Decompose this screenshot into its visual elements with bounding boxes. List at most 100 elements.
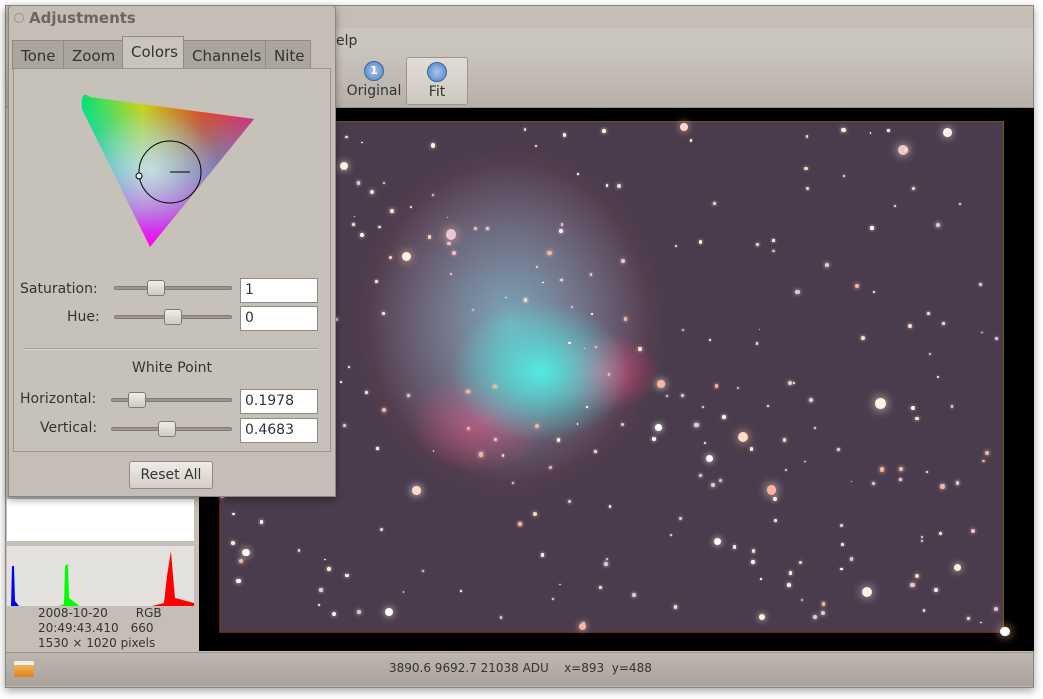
star (929, 352, 932, 355)
star (759, 613, 766, 620)
star (899, 478, 902, 481)
star (402, 591, 405, 594)
star (751, 560, 755, 565)
folder-open-icon[interactable] (14, 661, 34, 677)
colors-panel: Saturation: 1 Hue: 0 White Point Horizon… (13, 68, 331, 452)
star (607, 373, 611, 377)
star (951, 405, 954, 408)
star (556, 438, 561, 442)
star (478, 452, 484, 457)
star (536, 266, 539, 269)
star (651, 436, 656, 441)
star (708, 339, 711, 342)
star (936, 223, 941, 228)
star (966, 617, 970, 621)
star (382, 182, 385, 185)
star (766, 484, 777, 495)
vertical-field[interactable]: 0.4683 (240, 418, 318, 443)
zoom-original-icon: 1 (364, 61, 384, 81)
menu-help[interactable]: elp (336, 33, 357, 49)
tab-channels[interactable]: Channels (183, 40, 266, 70)
divider (24, 348, 318, 350)
color-triangle[interactable] (80, 89, 256, 249)
star (910, 583, 915, 588)
star (523, 128, 527, 131)
star (712, 201, 717, 206)
star (788, 571, 792, 575)
reset-all-button[interactable]: Reset All (129, 461, 213, 489)
star (339, 161, 348, 170)
star (755, 342, 758, 345)
hue-slider[interactable] (114, 309, 232, 325)
star (995, 336, 999, 340)
star (605, 183, 609, 187)
saturation-slider[interactable] (114, 280, 232, 296)
star (347, 365, 351, 369)
status-bar: 3890.6 9692.7 21038 ADU x=893 y=488 (6, 652, 1033, 686)
star (345, 135, 348, 139)
star (356, 181, 361, 185)
star (869, 132, 872, 135)
star (632, 593, 636, 598)
star (589, 273, 592, 276)
star (559, 583, 561, 586)
fit-button[interactable]: Fit (406, 57, 468, 105)
star (937, 376, 939, 379)
star (813, 614, 818, 619)
star (736, 387, 739, 390)
star (369, 189, 375, 195)
star (410, 206, 412, 208)
tab-zoom[interactable]: Zoom (63, 40, 123, 70)
tab-nite[interactable]: Nite (265, 40, 311, 70)
star (875, 398, 886, 409)
star (535, 144, 537, 147)
tab-colors[interactable]: Colors (122, 36, 184, 71)
star (332, 611, 337, 616)
star (893, 204, 897, 208)
tab-tone[interactable]: Tone (12, 40, 64, 70)
star (499, 616, 503, 620)
saturation-field[interactable]: 1 (240, 278, 318, 303)
star (898, 466, 903, 471)
star (793, 382, 796, 385)
star (501, 454, 504, 457)
star (616, 184, 622, 189)
star (841, 127, 846, 133)
star (576, 423, 579, 426)
hue-field[interactable]: 0 (240, 306, 318, 331)
star (784, 469, 787, 471)
star (955, 481, 960, 485)
star (623, 316, 628, 321)
star (979, 283, 982, 286)
star (445, 228, 457, 240)
star (953, 563, 962, 572)
image-info: 2008-10-20 RGB 20:49:43.410 660 1530 × 102… (38, 606, 162, 650)
histogram-green (59, 564, 79, 606)
star (714, 384, 719, 388)
star (758, 328, 761, 331)
star (406, 393, 410, 397)
horizontal-field[interactable]: 0.1978 (240, 389, 318, 414)
star (879, 467, 885, 472)
star (850, 480, 853, 483)
astro-image (219, 121, 1010, 637)
star (598, 585, 603, 590)
star (351, 223, 355, 227)
histogram-red (152, 551, 194, 606)
star (621, 423, 625, 427)
window-menu-icon[interactable] (14, 13, 24, 23)
star (327, 567, 331, 572)
star (518, 522, 522, 526)
star (535, 423, 540, 429)
star (374, 280, 378, 284)
star (737, 431, 749, 442)
star (604, 562, 608, 567)
star (583, 347, 586, 350)
star (466, 426, 470, 431)
star (402, 252, 412, 262)
star (800, 598, 803, 602)
original-button[interactable]: 1 Original (344, 57, 404, 105)
star (732, 545, 737, 550)
horizontal-slider[interactable] (111, 392, 232, 408)
vertical-slider[interactable] (111, 421, 232, 437)
